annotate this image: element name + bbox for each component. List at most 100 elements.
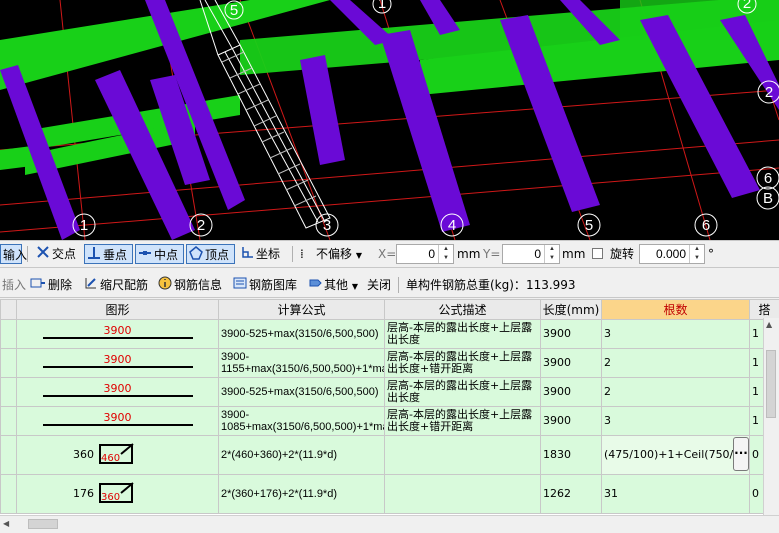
length-cell[interactable]: 3900	[540, 319, 602, 349]
count-cell[interactable]: 2	[601, 348, 750, 378]
bar-line	[42, 424, 193, 426]
stirrup-hook-icon	[120, 443, 134, 455]
horizontal-scroll-thumb[interactable]	[28, 519, 58, 529]
count-formula-ellipsis-button[interactable]: ···	[733, 437, 749, 471]
column-header-shape[interactable]: 图形	[16, 299, 219, 320]
straight-bar-shape: 3900	[42, 324, 193, 344]
axis-label: 2	[765, 84, 773, 101]
column-header-formula[interactable]: 计算公式	[218, 299, 385, 320]
offset-dropdown[interactable]: 不偏移 ▼	[314, 244, 372, 264]
column-header-extra[interactable]: 搭	[749, 299, 779, 320]
description-cell[interactable]: 层高-本层的露出长度+上层露出长度+错开距离	[384, 406, 541, 436]
y-offset-input[interactable]: 0 ▲ ▼	[502, 244, 560, 264]
row-header-cell[interactable]	[0, 474, 17, 514]
row-header-cell[interactable]	[0, 406, 17, 436]
rebar-info-button[interactable]: 钢筋信息	[156, 275, 224, 295]
formula-cell[interactable]: 3900-1085+max(3150/6,500,500)+1*max(35*d…	[218, 406, 385, 436]
rotate-input[interactable]: 0.000 ▲ ▼	[639, 244, 705, 264]
formula-cell[interactable]: 3900-525+max(3150/6,500,500)	[218, 319, 385, 349]
rebar-grid: 图形 计算公式 公式描述 长度(mm) 根数 搭 3900 3900-525+ma…	[0, 299, 779, 514]
length-cell[interactable]: 3900	[540, 348, 602, 378]
delete-row-icon	[30, 276, 46, 296]
intersection-snap-button[interactable]: 交点	[34, 244, 78, 264]
row-header-cell[interactable]	[0, 377, 17, 407]
formula-cell[interactable]: 3900-1155+max(3150/6,500,500)+1*max(35*d…	[218, 348, 385, 378]
count-cell[interactable]: 3	[601, 319, 750, 349]
rotate-checkbox[interactable]	[592, 248, 603, 259]
description-cell[interactable]	[384, 474, 541, 514]
column-header-length[interactable]: 长度(mm)	[540, 299, 602, 320]
count-cell[interactable]: (475/100)+1+Ceil(750/100)+Ceil(2100/200)…	[601, 435, 750, 475]
rebar-library-icon	[233, 276, 247, 296]
vertical-scrollbar[interactable]: ▲	[763, 318, 779, 515]
table-row[interactable]: 3900 3900-1155+max(3150/6,500,500)+1*max(…	[0, 348, 779, 378]
shape-cell[interactable]: 3900	[16, 377, 219, 407]
straight-bar-shape: 3900	[42, 411, 193, 431]
rotate-label: 旋转	[610, 247, 635, 261]
table-header-row: 图形 计算公式 公式描述 长度(mm) 根数 搭	[0, 299, 779, 320]
table-row[interactable]: 3900 3900-525+max(3150/6,500,500) 层高-本层的露出…	[0, 377, 779, 407]
length-cell[interactable]: 3900	[540, 377, 602, 407]
horizontal-scrollbar[interactable]: ◀	[0, 515, 779, 533]
insert-button[interactable]: 插入	[0, 275, 28, 295]
model-canvas[interactable]: 1 2 3 4 5 6 6 B 2 5 1 2	[0, 0, 779, 240]
shape-cell[interactable]: 3900	[16, 406, 219, 436]
shape-cell[interactable]: 360 460	[16, 435, 219, 475]
midpoint-snap-button[interactable]: 中点	[135, 244, 184, 264]
table-row[interactable]: 176 360 2*(360+176)+2*(11.9*d) 1262 31 0	[0, 474, 779, 514]
description-cell[interactable]: 层高-本层的露出长度+上层露出长度	[384, 319, 541, 349]
y-spinner[interactable]: ▲ ▼	[544, 245, 559, 263]
column-header-count[interactable]: 根数	[601, 299, 750, 320]
shape-dimension: 460	[101, 453, 121, 464]
chevron-down-icon: ▼	[355, 251, 362, 260]
delete-button[interactable]: 删除	[28, 275, 74, 295]
degree-symbol: °	[708, 247, 714, 261]
axis-label: B	[763, 190, 773, 207]
x-spinner[interactable]: ▲ ▼	[438, 245, 453, 263]
rebar-table: 图形 计算公式 公式描述 长度(mm) 根数 搭 3900 3900-525+ma…	[0, 299, 779, 515]
perpendicular-snap-button[interactable]: 垂点	[84, 244, 133, 264]
3d-viewport[interactable]: 1 2 3 4 5 6 6 B 2 5 1 2	[0, 0, 779, 240]
scroll-up-icon[interactable]: ▲	[766, 320, 772, 329]
table-row[interactable]: 360 460 2*(460+360)+2*(11.9*d) 1830 (475/100…	[0, 435, 779, 475]
shape-cell[interactable]: 3900	[16, 348, 219, 378]
table-row[interactable]: 3900 3900-1085+max(3150/6,500,500)+1*max(…	[0, 406, 779, 436]
rebar-library-button[interactable]: 钢筋图库	[231, 275, 299, 295]
count-cell[interactable]: 31	[601, 474, 750, 514]
axis-label: 1	[378, 0, 386, 12]
total-weight-value: 113.993	[525, 278, 576, 292]
scroll-left-icon[interactable]: ◀	[3, 519, 9, 528]
description-cell[interactable]	[384, 435, 541, 475]
count-cell[interactable]: 3	[601, 406, 750, 436]
length-cell[interactable]: 3900	[540, 406, 602, 436]
formula-cell[interactable]: 3900-525+max(3150/6,500,500)	[218, 377, 385, 407]
formula-cell[interactable]: 2*(460+360)+2*(11.9*d)	[218, 435, 385, 475]
other-menu-button[interactable]: 其他 ▼	[306, 275, 360, 295]
rotate-spinner[interactable]: ▲ ▼	[689, 245, 704, 263]
close-button[interactable]: 关闭	[365, 275, 393, 295]
description-cell[interactable]: 层高-本层的露出长度+上层露出长度+错开距离	[384, 348, 541, 378]
vertical-scroll-thumb[interactable]	[766, 350, 776, 418]
divider	[398, 277, 399, 293]
count-cell[interactable]: 2	[601, 377, 750, 407]
description-cell[interactable]: 层高-本层的露出长度+上层露出长度	[384, 377, 541, 407]
shape-cell[interactable]: 3900	[16, 319, 219, 349]
row-header-cell[interactable]	[0, 348, 17, 378]
row-header-cell[interactable]	[0, 319, 17, 349]
table-row[interactable]: 3900 3900-525+max(3150/6,500,500) 层高-本层的露出…	[0, 319, 779, 349]
rebar-edit-toolbar: 插入 删除 缩尺配筋 钢筋信息 钢筋图库 其他 ▼ 关闭 单构件钢筋总重(kg)…	[0, 272, 779, 298]
shape-cell[interactable]: 176 360	[16, 474, 219, 514]
total-weight-label: 单构件钢筋总重(kg)：113.993	[406, 278, 576, 292]
scale-rebar-button[interactable]: 缩尺配筋	[82, 275, 150, 295]
length-cell[interactable]: 1262	[540, 474, 602, 514]
input-button[interactable]: 输入	[0, 244, 27, 264]
coordinate-snap-button[interactable]: 坐标	[238, 244, 282, 264]
column-header-description[interactable]: 公式描述	[384, 299, 541, 320]
row-header-cell[interactable]	[0, 435, 17, 475]
formula-cell[interactable]: 2*(360+176)+2*(11.9*d)	[218, 474, 385, 514]
axis-label: 6	[764, 170, 772, 187]
vertex-snap-button[interactable]: 顶点	[186, 244, 235, 264]
length-cell[interactable]: 1830	[540, 435, 602, 475]
x-offset-input[interactable]: 0 ▲ ▼	[396, 244, 454, 264]
shape-side-dimension: 360	[73, 448, 94, 461]
